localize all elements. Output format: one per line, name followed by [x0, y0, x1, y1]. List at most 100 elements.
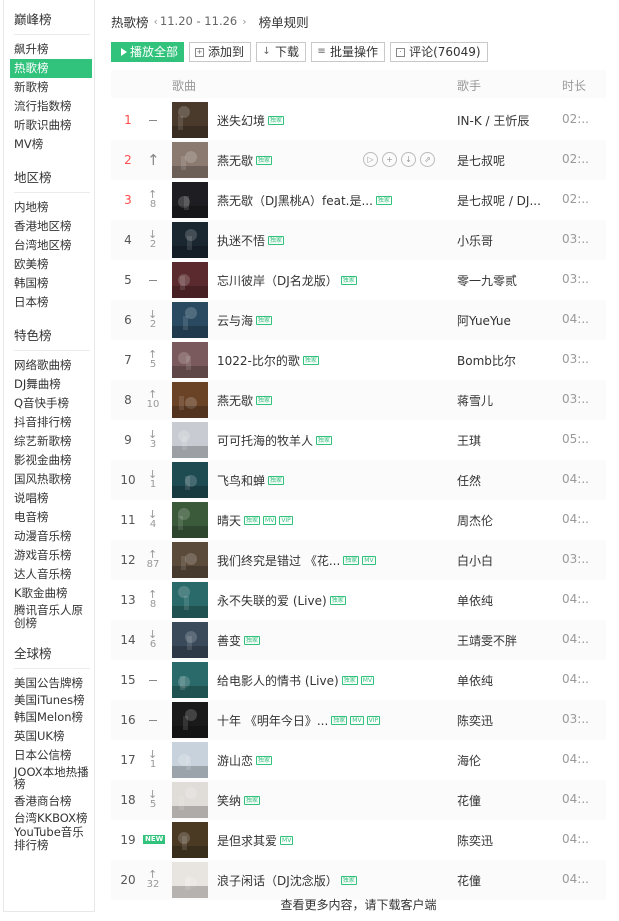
sidebar-item[interactable]: 电音榜 [14, 508, 94, 527]
song-title-text[interactable]: 云与海 [217, 312, 253, 329]
song-singer[interactable]: 花僮 [457, 792, 481, 809]
song-row[interactable]: 6 ↓ 2 云与海 独家 阿YueYue 04:.. [111, 300, 606, 340]
song-singer[interactable]: 王琪 [457, 432, 481, 449]
sidebar-item[interactable]: DJ舞曲榜 [14, 375, 94, 394]
sidebar-item[interactable]: 网络歌曲榜 [14, 356, 94, 375]
song-row[interactable]: 15 给电影人的情书 (Live) 独家 MV 单依纯 04:.. [111, 660, 606, 700]
song-row[interactable]: 5 忘川彼岸（DJ名龙版） 独家 零一九零贰 03:.. [111, 260, 606, 300]
sidebar-item[interactable]: 美国iTunes榜 [14, 693, 94, 708]
song-title[interactable]: 是但求其爱 MV [217, 832, 294, 849]
song-row[interactable]: 2 ↑ 燕无歇 独家 ▷ + ↓ ⇗ 是七叔呢 02:.. [111, 140, 606, 180]
sidebar-item[interactable]: 香港地区榜 [14, 217, 94, 236]
song-title[interactable]: 游山恋 独家 [217, 752, 273, 769]
sidebar-item[interactable]: 综艺新歌榜 [14, 432, 94, 451]
sidebar-item[interactable]: 英国UK榜 [14, 727, 94, 746]
album-cover[interactable] [172, 742, 208, 778]
song-title[interactable]: 燕无歇 独家 [217, 152, 273, 169]
song-title-text[interactable]: 飞鸟和蝉 [217, 472, 265, 489]
download-button[interactable]: ↓ 下载 [256, 42, 307, 62]
album-cover[interactable] [172, 702, 208, 738]
song-singer[interactable]: 白小白 [457, 552, 493, 569]
song-title[interactable]: 永不失联的爱 (Live) 独家 [217, 592, 346, 609]
song-title[interactable]: 善变 独家 [217, 632, 261, 649]
sidebar-item[interactable]: 香港商台榜 [14, 792, 94, 811]
sidebar-item[interactable]: 韩国榜 [14, 274, 94, 293]
song-title-text[interactable]: 燕无歇 [217, 152, 253, 169]
song-title-text[interactable]: 永不失联的爱 (Live) [217, 592, 327, 609]
song-singer[interactable]: Bomb比尔 [457, 352, 516, 369]
song-title[interactable]: 燕无歇 独家 [217, 392, 273, 409]
album-cover[interactable] [172, 342, 208, 378]
song-singer[interactable]: 周杰伦 [457, 512, 493, 529]
sidebar-item[interactable]: 游戏音乐榜 [14, 546, 94, 565]
prev-week-icon[interactable]: ‹ [154, 15, 158, 28]
song-title-text[interactable]: 燕无歇（DJ黑桃A）feat.是... [217, 192, 373, 209]
sidebar-item[interactable]: 热歌榜 [10, 59, 92, 78]
sidebar-item[interactable]: 说唱榜 [14, 489, 94, 508]
song-row[interactable]: 7 ↑ 5 1022-比尔的歌 独家 Bomb比尔 03:.. [111, 340, 606, 380]
album-cover[interactable] [172, 502, 208, 538]
song-title[interactable]: 云与海 独家 [217, 312, 273, 329]
song-row[interactable]: 20 ↑ 32 浪子闲话（DJ沈念版） 独家 花僮 04:.. [111, 860, 606, 900]
sidebar-item[interactable]: 抖音排行榜 [14, 413, 94, 432]
song-title-text[interactable]: 浪子闲话（DJ沈念版） [217, 872, 338, 889]
song-singer[interactable]: 阿YueYue [457, 312, 511, 329]
song-title-text[interactable]: 忘川彼岸（DJ名龙版） [217, 272, 338, 289]
song-title-text[interactable]: 给电影人的情书 (Live) [217, 672, 339, 689]
sidebar-item[interactable]: K歌金曲榜 [14, 584, 94, 603]
song-title[interactable]: 笑纳 独家 [217, 792, 261, 809]
sidebar-item[interactable]: 流行指数榜 [14, 97, 94, 116]
song-singer[interactable]: 是七叔呢 / DJ... [457, 192, 541, 209]
add-icon[interactable]: + [382, 152, 397, 167]
song-title[interactable]: 晴天 独家 MV VIP [217, 512, 293, 529]
sidebar-item[interactable]: 美国公告牌榜 [14, 674, 94, 693]
sidebar-item[interactable]: 影视金曲榜 [14, 451, 94, 470]
song-title[interactable]: 十年 《明年今日》... 独家 MV VIP [217, 712, 381, 729]
song-row[interactable]: 10 ↓ 1 飞鸟和蝉 独家 任然 04:.. [111, 460, 606, 500]
share-icon[interactable]: ⇗ [420, 152, 435, 167]
album-cover[interactable] [172, 462, 208, 498]
sidebar-item[interactable]: 台湾地区榜 [14, 236, 94, 255]
album-cover[interactable] [172, 582, 208, 618]
song-row[interactable]: 19 NEW 是但求其爱 MV 陈奕迅 04:.. [111, 820, 606, 860]
song-title-text[interactable]: 执迷不悟 [217, 232, 265, 249]
song-singer[interactable]: 王靖雯不胖 [457, 632, 517, 649]
song-singer[interactable]: 陈奕迅 [457, 832, 493, 849]
song-title-text[interactable]: 燕无歇 [217, 392, 253, 409]
song-title-text[interactable]: 善变 [217, 632, 241, 649]
song-title[interactable]: 执迷不悟 独家 [217, 232, 285, 249]
song-singer[interactable]: 单依纯 [457, 592, 493, 609]
song-title-text[interactable]: 我们终究是错过 《花... [217, 552, 340, 569]
song-row[interactable]: 18 ↓ 5 笑纳 独家 花僮 04:.. [111, 780, 606, 820]
song-title[interactable]: 1022-比尔的歌 独家 [217, 352, 319, 369]
song-title[interactable]: 忘川彼岸（DJ名龙版） 独家 [217, 272, 357, 289]
song-row[interactable]: 11 ↓ 4 晴天 独家 MV VIP 周杰伦 04:.. [111, 500, 606, 540]
song-singer[interactable]: 花僮 [457, 872, 481, 889]
song-row[interactable]: 8 ↑ 10 燕无歇 独家 蒋雪儿 03:.. [111, 380, 606, 420]
chart-rules-link[interactable]: 榜单规则 [259, 12, 309, 31]
sidebar-item[interactable]: 日本榜 [14, 293, 94, 312]
album-cover[interactable] [172, 822, 208, 858]
download-icon[interactable]: ↓ [401, 152, 416, 167]
song-singer[interactable]: 海伦 [457, 752, 481, 769]
song-row[interactable]: 14 ↓ 6 善变 独家 王靖雯不胖 04:.. [111, 620, 606, 660]
song-row[interactable]: 4 ↓ 2 执迷不悟 独家 小乐哥 03:.. [111, 220, 606, 260]
song-singer[interactable]: 小乐哥 [457, 232, 493, 249]
sidebar-item[interactable]: 内地榜 [14, 198, 94, 217]
add-to-button[interactable]: + 添加到 [189, 42, 252, 62]
comments-button[interactable]: · 评论(76049) [390, 42, 488, 62]
album-cover[interactable] [172, 102, 208, 138]
song-row[interactable]: 17 ↓ 1 游山恋 独家 海伦 04:.. [111, 740, 606, 780]
album-cover[interactable] [172, 262, 208, 298]
sidebar-item[interactable]: 新歌榜 [14, 78, 94, 97]
sidebar-item[interactable]: 国风热歌榜 [14, 470, 94, 489]
song-singer[interactable]: 单依纯 [457, 672, 493, 689]
song-title-text[interactable]: 1022-比尔的歌 [217, 352, 300, 369]
sidebar-item[interactable]: 听歌识曲榜 [14, 116, 94, 135]
song-title[interactable]: 我们终究是错过 《花... 独家 MV [217, 552, 376, 569]
sidebar-item[interactable]: 台湾KKBOX榜 [14, 811, 94, 826]
song-row[interactable]: 1 迷失幻境 独家 IN-K / 王忻辰 02:.. [111, 100, 606, 140]
play-icon[interactable]: ▷ [363, 152, 378, 167]
sidebar-item[interactable]: YouTube音乐排行榜 [14, 825, 94, 852]
song-title[interactable]: 可可托海的牧羊人 独家 [217, 432, 333, 449]
